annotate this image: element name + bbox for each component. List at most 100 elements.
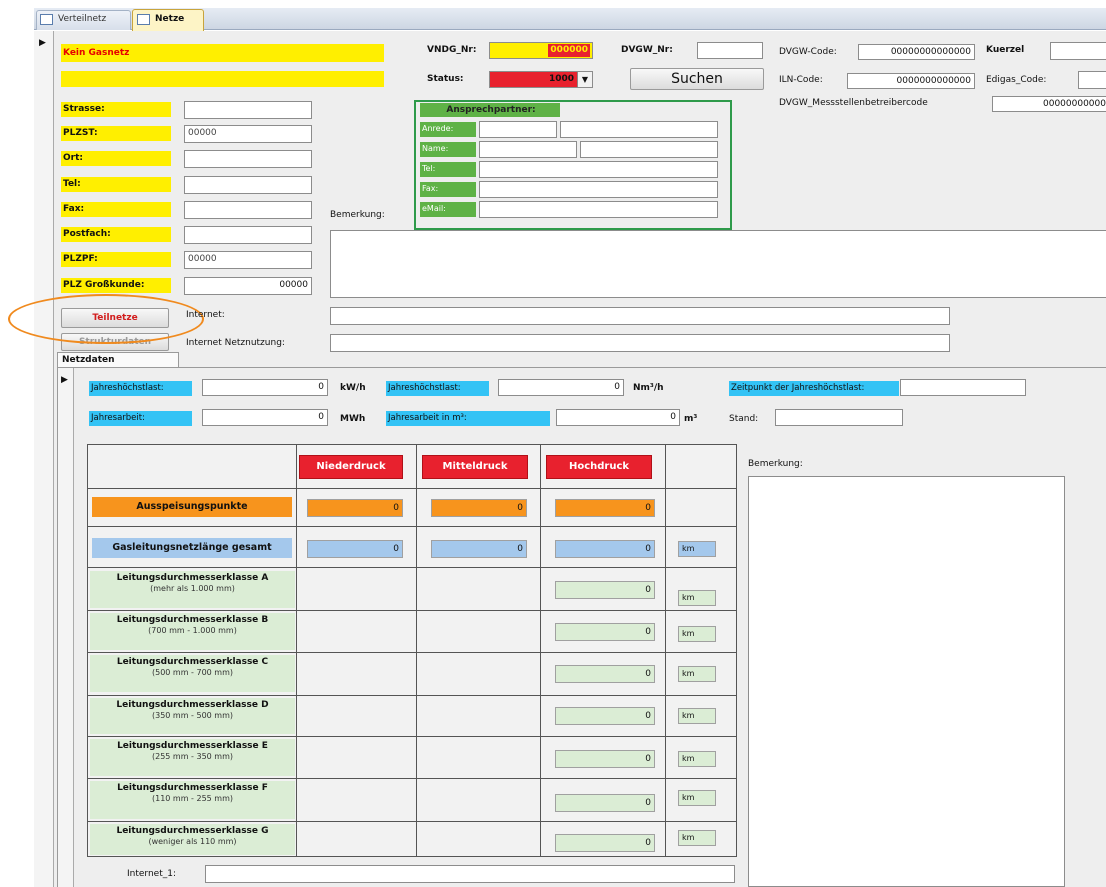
klasse-c-label: Leitungsdurchmesserklasse C (500 mm - 70… — [90, 655, 295, 692]
tab-verteilnetz-label: Verteilnetz — [58, 14, 107, 24]
search-button[interactable]: Suchen — [630, 68, 764, 90]
strasse-label: Strasse: — [61, 102, 171, 117]
klasse-g-input[interactable]: 0 — [555, 834, 655, 852]
plzpf-label: PLZPF: — [61, 252, 171, 267]
klasse-f-sub: (110 mm - 255 mm) — [151, 794, 233, 803]
klasse-a-unit: km — [678, 590, 716, 606]
klasse-f-title: Leitungsdurchmesserklasse F — [117, 783, 268, 793]
plzst-label: PLZST: — [61, 126, 171, 141]
klasse-g-unit: km — [678, 830, 716, 846]
gesamt-hoch-input[interactable]: 0 — [555, 540, 655, 558]
stand-input[interactable] — [775, 409, 903, 426]
ausspeisung-hoch-input[interactable]: 0 — [555, 499, 655, 517]
status-label: Status: — [427, 74, 464, 84]
iln-label: ILN-Code: — [779, 75, 823, 85]
tab-verteilnetz[interactable]: Verteilnetz — [36, 10, 131, 30]
ausspeisung-mittel-input[interactable]: 0 — [431, 499, 527, 517]
jahresarbeit-input[interactable]: 0 — [202, 409, 328, 426]
klasse-e-input[interactable]: 0 — [555, 750, 655, 768]
anrede-input[interactable] — [479, 121, 557, 138]
plzst-input[interactable]: 00000 — [184, 125, 312, 143]
klasse-c-title: Leitungsdurchmesserklasse C — [116, 657, 269, 667]
jahreshoechstlast-nm-label: Jahreshöchstlast: — [386, 381, 489, 396]
subform-record-selector[interactable] — [58, 368, 74, 887]
klasse-a-input[interactable]: 0 — [555, 581, 655, 599]
left-frame-edge — [0, 0, 34, 887]
dvgw-code-input[interactable]: 00000000000000 — [858, 44, 975, 60]
record-selector[interactable] — [34, 31, 54, 887]
plzpf-input[interactable]: 00000 — [184, 251, 312, 269]
klasse-f-label: Leitungsdurchmesserklasse F (110 mm - 25… — [90, 781, 295, 819]
titel-input[interactable] — [560, 121, 718, 138]
internet1-input[interactable] — [205, 865, 735, 883]
grid-line — [87, 695, 737, 696]
klasse-f-input[interactable]: 0 — [555, 794, 655, 812]
sub-bemerkung-textarea[interactable] — [748, 476, 1065, 887]
contact-title: Ansprechpartner: — [420, 103, 560, 117]
strasse-input[interactable] — [184, 101, 312, 119]
klasse-b-sub: (700 mm - 1.000 mm) — [148, 626, 237, 635]
postfach-input[interactable] — [184, 226, 312, 244]
klasse-c-input[interactable]: 0 — [555, 665, 655, 683]
internet-input[interactable] — [330, 307, 950, 325]
tab-netzdaten[interactable]: Netzdaten — [57, 352, 179, 368]
ausspeisung-nieder-input[interactable]: 0 — [307, 499, 403, 517]
klasse-d-title: Leitungsdurchmesserklasse D — [116, 700, 269, 710]
gesamt-unit: km — [678, 541, 716, 557]
tab-netze[interactable]: Netze — [132, 9, 204, 31]
internet-netz-input[interactable] — [330, 334, 950, 352]
grid-line — [87, 778, 737, 779]
zeitpunkt-input[interactable] — [900, 379, 1026, 396]
contact-tel-input[interactable] — [479, 161, 718, 178]
contact-fax-label: Fax: — [420, 182, 476, 197]
yellow-bar — [61, 71, 384, 87]
jahreshoechstlast-kw-label: Jahreshöchstlast: — [89, 381, 192, 396]
vndg-label: VNDG_Nr: — [427, 45, 477, 55]
status-value: 1000 — [548, 74, 574, 84]
header-niederdruck: Niederdruck — [299, 455, 403, 479]
dvgw-nr-label: DVGW_Nr: — [621, 45, 673, 55]
fax-input[interactable] — [184, 201, 312, 219]
record-pointer-icon: ▶ — [39, 38, 46, 48]
name-label: Name: — [420, 142, 476, 157]
mst-label: DVGW_Messstellenbetreibercode — [779, 98, 928, 108]
grid-line — [87, 736, 737, 737]
mst-input[interactable]: 00000000000 — [992, 96, 1106, 112]
klasse-b-input[interactable]: 0 — [555, 623, 655, 641]
klasse-d-input[interactable]: 0 — [555, 707, 655, 725]
iln-input[interactable]: 0000000000000 — [847, 73, 975, 89]
klasse-b-unit: km — [678, 626, 716, 642]
contact-email-input[interactable] — [479, 201, 718, 218]
grid-line — [87, 821, 737, 822]
grid-line — [540, 444, 541, 857]
ort-label: Ort: — [61, 151, 171, 166]
dvgw-code-label: DVGW-Code: — [779, 47, 837, 57]
ort-input[interactable] — [184, 150, 312, 168]
grid-line — [87, 567, 737, 568]
contact-email-label: eMail: — [420, 202, 476, 217]
vndg-value: 000000 — [548, 44, 590, 57]
plz-grosskunde-input[interactable]: 00000 — [184, 277, 312, 295]
vorname-input[interactable] — [479, 141, 577, 158]
tel-input[interactable] — [184, 176, 312, 194]
jahresarbeit-m3-input[interactable]: 0 — [556, 409, 680, 426]
search-button-label: Suchen — [671, 71, 723, 87]
gesamt-nieder-input[interactable]: 0 — [307, 540, 403, 558]
gesamt-mittel-input[interactable]: 0 — [431, 540, 527, 558]
kuerzel-input[interactable] — [1050, 42, 1106, 60]
stand-label: Stand: — [729, 414, 759, 424]
chevron-down-icon[interactable]: ▼ — [577, 72, 592, 87]
edigas-label: Edigas_Code: — [986, 75, 1047, 85]
jahreshoechstlast-kw-unit: kW/h — [340, 383, 366, 393]
contact-fax-input[interactable] — [479, 181, 718, 198]
status-select[interactable]: 1000 ▼ — [489, 71, 593, 88]
nachname-input[interactable] — [580, 141, 718, 158]
bemerkung-textarea[interactable] — [330, 230, 1106, 298]
dvgw-nr-input[interactable] — [697, 42, 763, 59]
vndg-input[interactable]: 000000 — [489, 42, 593, 59]
jahreshoechstlast-kw-input[interactable]: 0 — [202, 379, 328, 396]
edigas-input[interactable] — [1078, 71, 1106, 89]
jahresarbeit-m3-label: Jahresarbeit in m³: — [386, 411, 550, 426]
jahreshoechstlast-nm-input[interactable]: 0 — [498, 379, 624, 396]
klasse-d-label: Leitungsdurchmesserklasse D (350 mm - 50… — [90, 698, 295, 734]
